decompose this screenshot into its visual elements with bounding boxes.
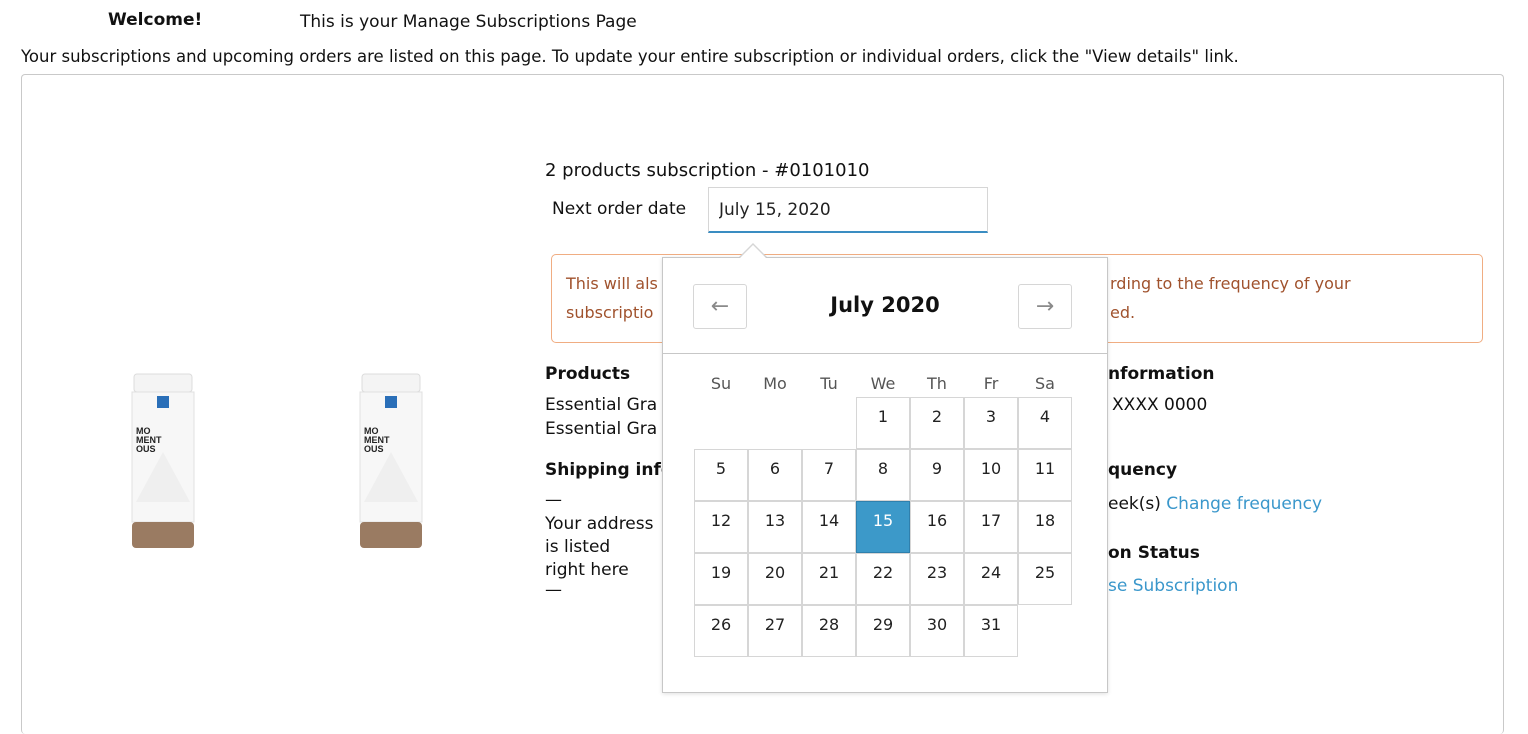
shipping-heading: Shipping info	[545, 460, 673, 480]
day-cell[interactable]: 2	[910, 397, 964, 449]
supplement-jar-icon: MO MENT OUS	[359, 373, 423, 548]
day-cell[interactable]: 25	[1018, 553, 1072, 605]
weekday-label: Fr	[983, 374, 999, 393]
day-cell[interactable]: 17	[964, 501, 1018, 553]
weekday-label: We	[870, 374, 896, 393]
subscription-title: 2 products subscription - #0101010	[545, 160, 870, 181]
day-cell[interactable]: 31	[964, 605, 1018, 657]
next-order-date-input[interactable]	[708, 187, 988, 233]
product-image-2[interactable]: MO MENT OUS	[356, 372, 426, 556]
address-line-2: is listed	[545, 537, 611, 557]
weekday-label: Th	[927, 374, 947, 393]
arrow-right-icon: →	[1035, 294, 1055, 319]
day-cell[interactable]: 1	[856, 397, 910, 449]
day-cell[interactable]: 20	[748, 553, 802, 605]
day-cell[interactable]: 12	[694, 501, 748, 553]
address-line-1: Your address	[545, 514, 654, 534]
shipping-dash-top: —	[545, 490, 562, 510]
supplement-jar-icon: MO MENT OUS	[131, 373, 195, 548]
day-cell[interactable]: 4	[1018, 397, 1072, 449]
day-cell[interactable]: 30	[910, 605, 964, 657]
day-cell[interactable]: 23	[910, 553, 964, 605]
datepicker-divider	[662, 353, 1108, 354]
day-cell[interactable]: 14	[802, 501, 856, 553]
next-order-label: Next order date	[552, 199, 687, 219]
day-cell[interactable]: 10	[964, 449, 1018, 501]
welcome-text: Welcome!	[108, 10, 203, 30]
day-cell[interactable]: 28	[802, 605, 856, 657]
day-cell[interactable]: 8	[856, 449, 910, 501]
day-cell[interactable]: 26	[694, 605, 748, 657]
frequency-heading: quency	[1108, 460, 1178, 480]
product-image-1[interactable]: MO MENT OUS	[128, 372, 198, 556]
product-name-2: Essential Gra	[545, 419, 658, 439]
notice-text-right-1: rding to the frequency of your	[1110, 274, 1351, 293]
address-line-3: right here	[545, 560, 629, 580]
day-cell[interactable]: 27	[748, 605, 802, 657]
day-cell[interactable]: 16	[910, 501, 964, 553]
brand-line-3: OUS	[136, 444, 156, 454]
day-cell[interactable]: 3	[964, 397, 1018, 449]
day-cell[interactable]: 9	[910, 449, 964, 501]
weekday-label: Mo	[763, 374, 787, 393]
brand-line-3: OUS	[364, 444, 384, 454]
shipping-dash-bottom: —	[545, 580, 562, 600]
weekday-label: Su	[710, 374, 732, 393]
change-frequency-link[interactable]: Change frequency	[1166, 494, 1322, 514]
product-name-1: Essential Gra	[545, 395, 658, 415]
status-heading: on Status	[1108, 543, 1200, 563]
day-grid: 1 2 3 4 5 6 7 8 9 10 11 12 13 14 15 16 17 18 19 20 21 22 23 24 2…	[694, 397, 1075, 659]
notice-text-right-2: ed.	[1110, 303, 1136, 322]
payment-heading: nformation	[1108, 364, 1215, 384]
datepicker-caret	[740, 245, 766, 258]
notice-text-left-1: This will als	[566, 274, 658, 293]
day-cell[interactable]: 5	[694, 449, 748, 501]
day-cell[interactable]: 21	[802, 553, 856, 605]
frequency-value-row: eek(s) Change frequency	[1108, 494, 1322, 514]
day-cell[interactable]: 29	[856, 605, 910, 657]
frequency-value: eek(s)	[1108, 494, 1161, 514]
day-cell[interactable]: 18	[1018, 501, 1072, 553]
weekday-label: Tu	[820, 374, 838, 393]
day-cell[interactable]: 19	[694, 553, 748, 605]
day-cell[interactable]: 22	[856, 553, 910, 605]
page-title: This is your Manage Subscriptions Page	[300, 12, 637, 32]
payment-card-value: ( XXXX 0000	[1100, 395, 1208, 415]
next-month-button[interactable]: →	[1018, 284, 1072, 329]
day-cell[interactable]: 13	[748, 501, 802, 553]
day-cell[interactable]: 11	[1018, 449, 1072, 501]
day-cell[interactable]: 6	[748, 449, 802, 501]
intro-text: Your subscriptions and upcoming orders a…	[21, 47, 1239, 66]
weekday-label: Sa	[1035, 374, 1055, 393]
pause-subscription-link[interactable]: se Subscription	[1108, 576, 1238, 596]
day-cell[interactable]: 7	[802, 449, 856, 501]
day-cell[interactable]: 24	[964, 553, 1018, 605]
products-heading: Products	[545, 364, 631, 384]
selected-day-cell[interactable]: 15	[856, 501, 910, 553]
notice-text-left-2: subscriptio	[566, 303, 654, 322]
